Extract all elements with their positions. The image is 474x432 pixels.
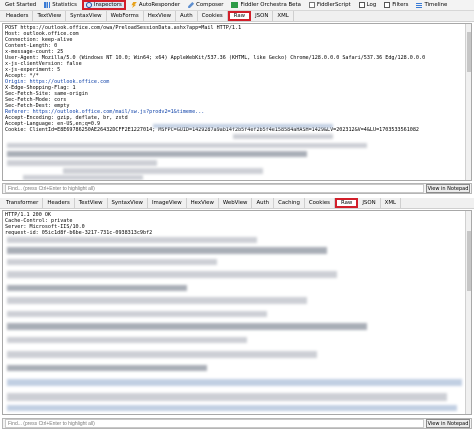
response-tab-xml[interactable]: XML	[381, 198, 401, 208]
toolbar-label: Fiddler Orchestra Beta	[240, 2, 301, 8]
request-tab-headers[interactable]: Headers	[2, 11, 34, 21]
redacted-region	[7, 393, 447, 401]
response-tab-textview[interactable]: TextView	[75, 198, 108, 208]
redacted-region	[7, 160, 157, 166]
response-tab-imageview[interactable]: ImageView	[148, 198, 187, 208]
request-tab-textview[interactable]: TextView	[33, 11, 67, 21]
raw-line: request-id: 05ic1d8f-b6be-3217-731c-0938…	[5, 230, 153, 236]
toolbar-filters-button[interactable]: Filters	[381, 0, 411, 10]
response-view-in-notepad-button[interactable]: View in Notepad	[426, 419, 470, 428]
log-icon	[358, 2, 365, 8]
redacted-region	[7, 259, 217, 265]
toolbar-label: AutoResponder	[138, 2, 181, 8]
toolbar-composer-button[interactable]: Composer	[185, 0, 226, 10]
redacted-region	[7, 323, 367, 330]
redacted-region	[7, 351, 317, 358]
request-tab-auth[interactable]: Auth	[176, 11, 198, 21]
response-tab-json[interactable]: JSON	[358, 198, 381, 208]
filters-icon	[384, 2, 391, 8]
request-raw-text[interactable]: POST https://outlook.office.com/owa/Prel…	[3, 24, 471, 134]
response-find-bar: Find... (press Ctrl+Enter to highlight a…	[2, 418, 472, 429]
toolbar-label: Filters	[392, 2, 409, 8]
redacted-region	[7, 271, 337, 278]
toolbar-label: Inspectors	[93, 2, 122, 8]
toolbar-label: Log	[366, 2, 377, 8]
bolt-icon	[131, 2, 137, 8]
timeline-icon	[416, 2, 423, 8]
response-tab-syntaxview[interactable]: SyntaxView	[108, 198, 148, 208]
request-tab-webforms[interactable]: WebForms	[107, 11, 144, 21]
redacted-region	[63, 168, 263, 174]
main-toolbar: Get Started Statistics Inspectors AutoRespo…	[0, 0, 474, 11]
toolbar-label: Get Started	[5, 2, 37, 8]
inspectors-icon	[85, 2, 92, 8]
redacted-region	[7, 405, 457, 411]
script-icon	[308, 2, 315, 8]
redacted-region	[23, 175, 143, 180]
chart-icon	[44, 2, 51, 8]
scroll-thumb[interactable]	[467, 32, 471, 72]
toolbar-timeline-button[interactable]: Timeline	[413, 0, 450, 10]
redacted-region	[7, 143, 367, 148]
toolbar-label: FiddlerScript	[316, 2, 351, 8]
redacted-region	[7, 365, 207, 371]
response-tab-cookies[interactable]: Cookies	[305, 198, 335, 208]
redacted-region	[7, 379, 462, 386]
request-raw-pane[interactable]: POST https://outlook.office.com/owa/Prel…	[2, 23, 472, 181]
redacted-region	[7, 337, 247, 343]
toolbar-log-button[interactable]: Log	[356, 0, 380, 10]
scroll-thumb[interactable]	[467, 231, 471, 291]
redacted-region	[7, 311, 267, 317]
response-scrollbar[interactable]	[465, 211, 471, 414]
response-tab-hexview[interactable]: HexView	[187, 198, 219, 208]
request-find-bar: Find... (press Ctrl+Enter to highlight a…	[2, 183, 472, 194]
toolbar-fiddlerscript-button[interactable]: FiddlerScript	[306, 0, 354, 10]
response-tabs: Transformer Headers TextView SyntaxView Imag…	[0, 198, 474, 209]
request-tabs: Headers TextView SyntaxView WebForms HexView…	[0, 11, 474, 22]
toolbar-statistics-button[interactable]: Statistics	[41, 0, 80, 10]
redacted-region	[153, 124, 333, 128]
response-tab-raw[interactable]: Raw	[334, 198, 359, 208]
toolbar-label: Timeline	[424, 2, 448, 8]
toolbar-label: Composer	[196, 2, 224, 8]
response-tab-caching[interactable]: Caching	[274, 198, 305, 208]
redacted-region	[7, 247, 327, 254]
response-raw-pane[interactable]: HTTP/1.1 200 OK Cache-Control: private Ser…	[2, 210, 472, 415]
request-view-in-notepad-button[interactable]: View in Notepad	[426, 184, 470, 193]
composer-icon	[188, 2, 195, 8]
toolbar-inspectors-button[interactable]: Inspectors	[81, 0, 126, 10]
request-scrollbar[interactable]	[465, 24, 471, 180]
fo-icon	[231, 2, 239, 8]
request-tab-hexview[interactable]: HexView	[144, 11, 176, 21]
toolbar-get-started-button[interactable]: Get Started	[2, 0, 39, 10]
response-tab-transformer[interactable]: Transformer	[2, 198, 44, 208]
response-tab-webview[interactable]: WebView	[219, 198, 253, 208]
toolbar-label: Statistics	[52, 2, 77, 8]
request-tab-xml[interactable]: XML	[273, 11, 294, 21]
response-tab-headers[interactable]: Headers	[43, 198, 75, 208]
request-tab-syntaxview[interactable]: SyntaxView	[66, 11, 107, 21]
toolbar-fiddler-orchestra-beta-button[interactable]: Fiddler Orchestra Beta	[228, 0, 303, 10]
request-find-input[interactable]: Find... (press Ctrl+Enter to highlight a…	[5, 184, 424, 193]
response-find-input[interactable]: Find... (press Ctrl+Enter to highlight a…	[5, 419, 424, 428]
redacted-region	[7, 151, 307, 157]
redacted-region	[7, 237, 257, 243]
toolbar-autoresponder-button[interactable]: AutoResponder	[128, 0, 183, 10]
request-tab-raw[interactable]: Raw	[227, 11, 252, 21]
request-tab-json[interactable]: JSON	[251, 11, 274, 21]
redacted-region	[7, 285, 187, 291]
request-tab-cookies[interactable]: Cookies	[198, 11, 228, 21]
redacted-region	[233, 134, 333, 139]
response-tab-auth[interactable]: Auth	[252, 198, 275, 208]
response-raw-text[interactable]: HTTP/1.1 200 OK Cache-Control: private Ser…	[3, 211, 471, 237]
redacted-region	[7, 297, 307, 304]
